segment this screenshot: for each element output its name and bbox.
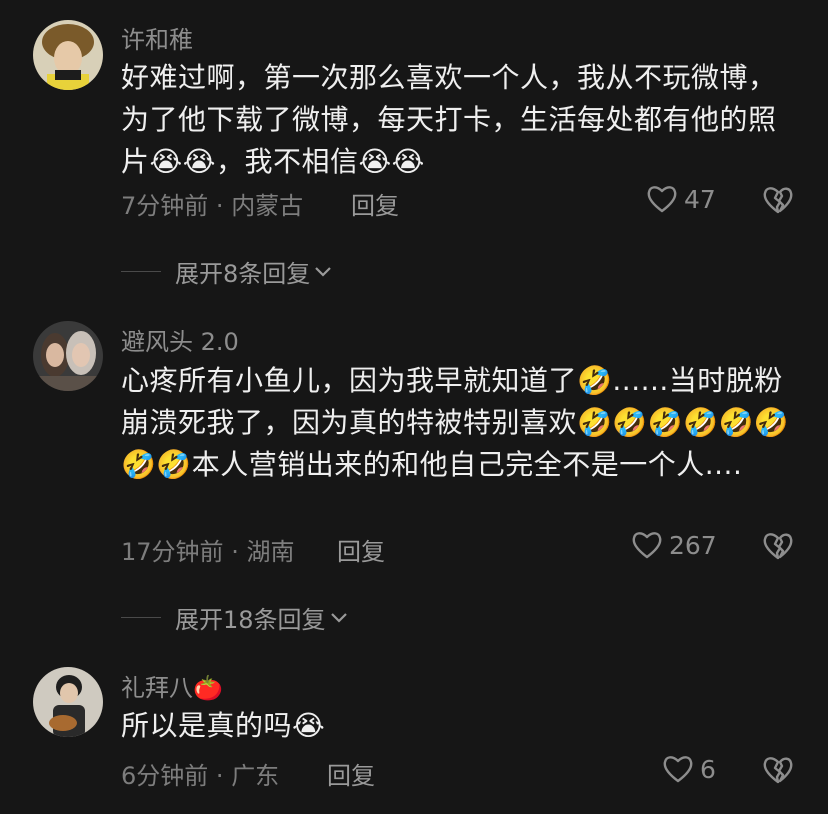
expand-replies-label: 展开8条回复: [175, 260, 311, 288]
comment-meta: 7分钟前 · 内蒙古: [121, 192, 304, 220]
laughing-emoji: 🤣: [577, 364, 613, 397]
heart-icon: [647, 186, 677, 213]
tomato-emoji: 🍅: [193, 674, 223, 702]
like-button[interactable]: 6: [662, 754, 716, 784]
avatar[interactable]: [33, 20, 103, 90]
location: 内蒙古: [231, 192, 304, 220]
crying-emoji: 😭😭: [358, 145, 425, 178]
timestamp: 6分钟前: [121, 762, 209, 790]
comment-meta: 6分钟前 · 广东: [121, 762, 280, 790]
like-button[interactable]: 47: [646, 184, 716, 214]
expand-replies-label: 展开18条回复: [175, 606, 326, 634]
broken-heart-icon: [763, 533, 793, 560]
like-button[interactable]: 267: [631, 530, 717, 560]
avatar[interactable]: [33, 321, 103, 391]
expand-replies-button[interactable]: 展开18条回复: [121, 600, 348, 635]
heart-icon: [632, 532, 662, 559]
heart-icon: [663, 756, 693, 783]
divider-line: [121, 271, 161, 272]
username[interactable]: 许和稚: [121, 20, 193, 55]
chevron-down-icon: [330, 612, 347, 623]
dislike-button[interactable]: [762, 531, 794, 565]
crying-emoji: 😭: [292, 709, 326, 742]
dislike-button[interactable]: [762, 755, 794, 789]
location: 广东: [231, 762, 280, 790]
crying-emoji: 😭😭: [149, 145, 216, 178]
chevron-down-icon: [315, 266, 332, 277]
comment-text: 好难过啊，第一次那么喜欢一个人，我从不玩微博，为了他下载了微博，每天打卡，生活每…: [121, 61, 777, 178]
username[interactable]: 避风头 2.0: [121, 322, 239, 357]
timestamp: 17分钟前: [121, 538, 224, 566]
comment-text: 心疼所有小鱼儿，因为我早就知道了🤣......当时脱粉崩溃死我了，因为真的特被特…: [121, 364, 790, 481]
reply-button[interactable]: 回复: [337, 532, 385, 567]
reply-button[interactable]: 回复: [327, 756, 375, 791]
dislike-button[interactable]: [762, 185, 794, 219]
like-count: 267: [669, 530, 717, 560]
reply-button[interactable]: 回复: [351, 186, 399, 221]
comment-meta: 17分钟前 · 湖南: [121, 538, 295, 566]
comment-text: 所以是真的吗😭: [121, 709, 326, 742]
username[interactable]: 礼拜八🍅: [121, 668, 223, 703]
like-count: 6: [700, 754, 716, 784]
divider-line: [121, 617, 161, 618]
broken-heart-icon: [763, 187, 793, 214]
expand-replies-button[interactable]: 展开8条回复: [121, 254, 332, 289]
like-count: 47: [684, 184, 716, 214]
avatar[interactable]: [33, 667, 103, 737]
timestamp: 7分钟前: [121, 192, 209, 220]
broken-heart-icon: [763, 757, 793, 784]
location: 湖南: [246, 538, 295, 566]
